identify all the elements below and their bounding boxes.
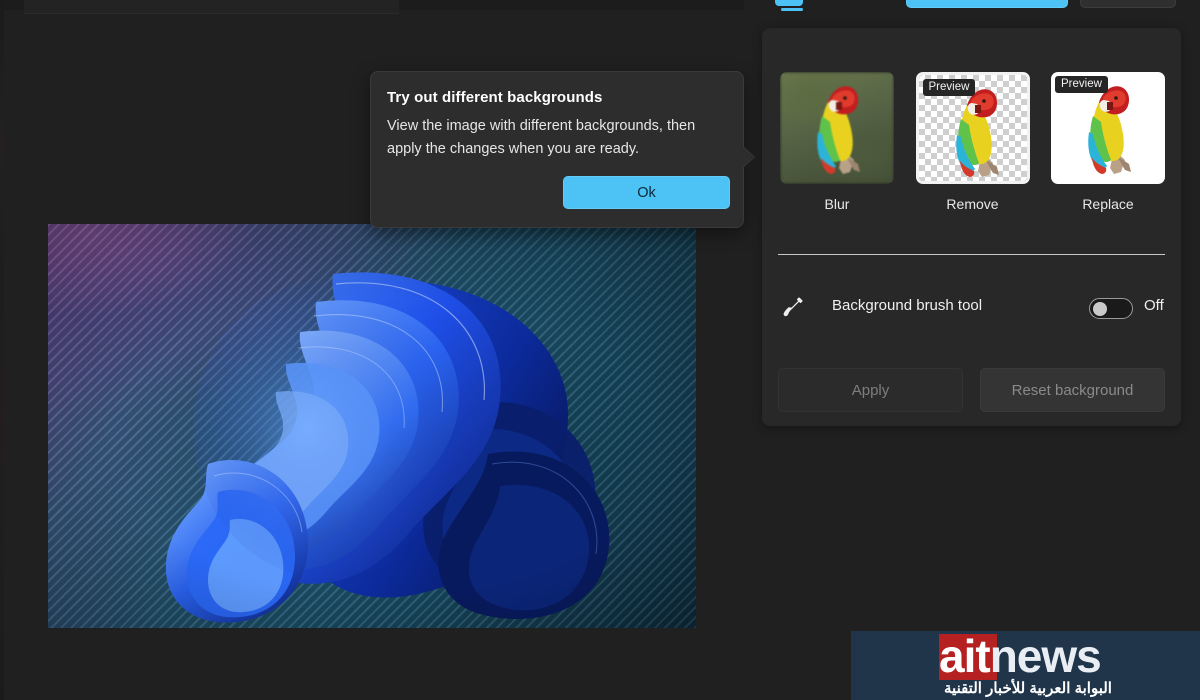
background-option-remove[interactable]: Preview Remove [915,72,1030,212]
brush-icon [783,297,803,317]
teaching-tip-callout: Try out different backgrounds View the i… [370,71,744,228]
background-option-blur[interactable]: Blur [780,72,894,212]
callout-pointer-arrow [742,146,754,168]
panel-divider [778,254,1165,255]
watermark-brand-part2: news [989,631,1102,682]
image-canvas[interactable] [48,224,696,628]
watermark-brand-part1: ait [939,631,991,682]
callout-title: Try out different backgrounds [387,89,603,106]
watermark-brand: aitnews [939,631,1102,683]
reset-background-button[interactable]: Reset background [980,368,1165,412]
remove-label: Remove [946,196,999,212]
background-option-replace[interactable]: Preview Replace [1051,72,1165,212]
replace-label: Replace [1082,196,1134,212]
window-left-edge [0,0,4,700]
window-titlebar-sliver [24,0,399,14]
background-option-list: Blur Preview Remove Preview Replace [780,72,1165,212]
brush-tool-toggle[interactable] [1089,298,1133,319]
callout-body-text: View the image with different background… [387,118,696,157]
remove-thumbnail[interactable]: Preview [915,72,1030,184]
app-window: Try out different backgrounds View the i… [0,0,1200,700]
watermark: aitnews البوابة العربية للأخبار التقنية [851,631,1200,700]
brush-tool-toggle-state: Off [1144,297,1164,314]
toolbar-primary-button-clipped[interactable] [906,0,1068,8]
apply-button[interactable]: Apply [778,368,963,412]
panel-action-buttons: Apply Reset background [778,368,1165,416]
toolbar-active-tab-underline [781,8,803,11]
canvas-vignette [48,224,696,628]
blur-thumbnail[interactable] [780,72,894,184]
watermark-tagline: البوابة العربية للأخبار التقنية [944,680,1112,697]
toggle-knob [1093,302,1107,316]
toolbar-secondary-button-clipped[interactable] [1080,0,1176,8]
background-brush-tool-row: Background brush tool Off [778,290,1165,326]
replace-preview-badge: Preview [1055,76,1108,93]
parrot-image-blurred [817,86,860,174]
toolbar-tab-indicator-chip[interactable] [775,0,803,6]
brush-tool-label: Background brush tool [832,297,983,314]
background-options-panel: Blur Preview Remove Preview Replace Back… [762,28,1181,426]
blur-label: Blur [824,196,850,212]
callout-ok-button[interactable]: Ok [563,176,730,209]
remove-preview-badge: Preview [922,79,976,96]
replace-thumbnail[interactable]: Preview [1051,72,1165,184]
